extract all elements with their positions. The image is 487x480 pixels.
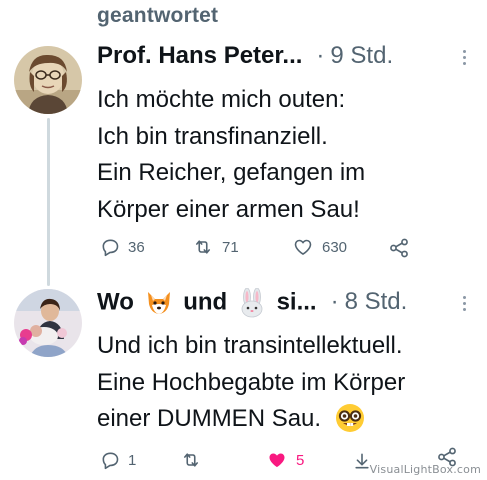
like-button[interactable]: 630	[292, 237, 347, 257]
heart-filled-icon	[269, 453, 285, 468]
tweet-line: einer DUMMEN Sau.	[97, 401, 477, 438]
reply-button[interactable]: 36	[100, 237, 145, 257]
author-name-part: Wo	[97, 288, 134, 316]
retweet-count: 71	[222, 238, 239, 256]
share-button[interactable]	[388, 237, 410, 259]
heart-icon	[294, 239, 312, 255]
reply-button[interactable]: 1	[100, 450, 136, 470]
author-name-part: si...	[276, 288, 317, 316]
tweet-line: Ich möchte mich outen:	[97, 86, 346, 113]
like-count: 630	[322, 238, 348, 256]
share-icon	[390, 238, 408, 258]
tweet-line: Ich bin transfinanziell.	[97, 122, 328, 150]
more-options-icon[interactable]	[463, 50, 467, 65]
tweet-line: Und ich bin transintellektuell.	[97, 332, 403, 359]
timestamp[interactable]: 8 Std.	[345, 288, 408, 316]
watermark: VisualLightBox.com	[369, 463, 481, 476]
tweet-line: Körper einer armen Sau!	[97, 195, 360, 223]
tweet-text: Ich möchte mich outen: Ich bin transfina…	[97, 82, 477, 228]
thread-line	[47, 118, 50, 286]
retweet-button[interactable]: 71	[192, 237, 239, 257]
tweet-header: Prof. Hans Peter... · 9 Std.	[97, 42, 477, 76]
nerd-face-emoji-icon	[335, 403, 364, 432]
reply-icon	[102, 452, 119, 470]
retweet-button[interactable]	[180, 450, 210, 470]
rabbit-emoji-icon	[241, 288, 263, 318]
like-count: 5	[296, 451, 305, 469]
reply-count: 1	[128, 451, 137, 469]
retweet-icon	[195, 240, 211, 254]
tweet-line: Eine Hochbegabte im Körper	[97, 368, 406, 396]
more-options-icon[interactable]	[463, 296, 467, 311]
separator-dot: ·	[316, 42, 325, 69]
author-name[interactable]: Prof. Hans Peter...	[97, 42, 302, 70]
separator-dot: ·	[330, 288, 339, 316]
timestamp[interactable]: 9 Std.	[330, 42, 393, 70]
reply-count: 36	[128, 238, 145, 256]
tweet-line-text: einer DUMMEN Sau.	[97, 405, 322, 432]
author-name-part: und	[183, 288, 228, 316]
tweet[interactable]: Wo und si... · 8 Std. Und ich bin transi…	[97, 288, 477, 438]
tweet-actions: 36 71 630	[100, 237, 420, 261]
tweet-line: Ein Reicher, gefangen im	[97, 159, 366, 186]
author-name[interactable]: Wo und si...	[97, 288, 317, 318]
avatar[interactable]	[14, 46, 82, 114]
tweet[interactable]: Prof. Hans Peter... · 9 Std. Ich möchte …	[97, 42, 477, 228]
context-label: geantwortet	[97, 4, 219, 27]
retweet-icon	[183, 453, 199, 467]
fox-emoji-icon	[147, 292, 170, 314]
avatar[interactable]	[14, 289, 82, 357]
tweet-text: Und ich bin transintellektuell. Eine Hoc…	[97, 328, 477, 438]
like-button[interactable]: 5	[266, 450, 304, 470]
tweet-header: Wo und si... · 8 Std.	[97, 288, 477, 322]
reply-icon	[102, 239, 119, 257]
